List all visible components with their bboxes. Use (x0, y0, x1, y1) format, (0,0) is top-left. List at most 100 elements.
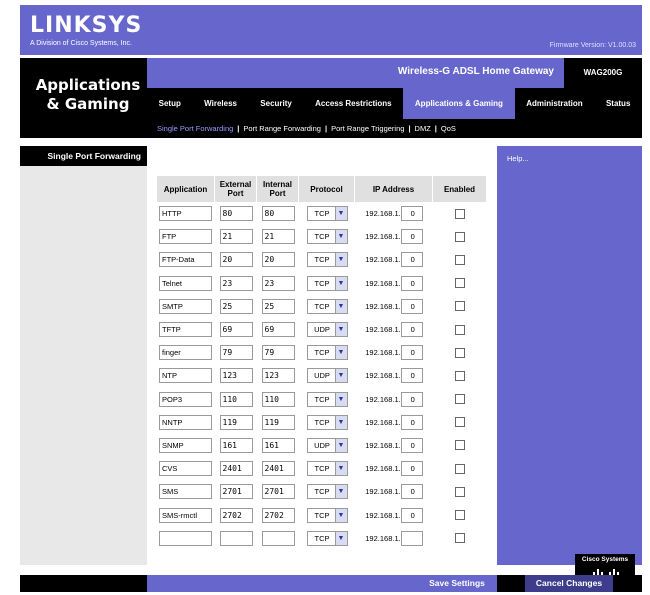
external-port-input[interactable]: 21 (219, 229, 253, 245)
internal-port-input[interactable]: 79 (261, 345, 295, 361)
application-name-input[interactable]: CVS (159, 461, 212, 477)
external-port-input[interactable]: 80 (219, 206, 253, 222)
enabled-checkbox[interactable] (455, 463, 465, 474)
application-name-input[interactable] (159, 530, 212, 546)
chevron-down-icon[interactable]: ▼ (334, 276, 347, 290)
enabled-checkbox[interactable] (455, 208, 465, 219)
enabled-checkbox[interactable] (455, 347, 465, 358)
internal-port-input[interactable]: 119 (261, 414, 295, 430)
ip-last-octet-input[interactable]: 0 (400, 298, 423, 314)
chevron-down-icon[interactable]: ▼ (334, 485, 347, 499)
protocol-select[interactable]: TCP ▼ (306, 298, 348, 314)
protocol-select[interactable]: UDP ▼ (306, 368, 348, 384)
help-link[interactable]: Help... (507, 154, 529, 163)
external-port-input[interactable]: 25 (219, 298, 253, 314)
application-name-input[interactable]: FTP-Data (159, 252, 212, 268)
protocol-select[interactable]: TCP ▼ (306, 391, 348, 407)
application-name-input[interactable]: NNTP (159, 414, 212, 430)
ip-last-octet-input[interactable]: 0 (400, 206, 423, 222)
chevron-down-icon[interactable]: ▼ (334, 438, 347, 452)
internal-port-input[interactable]: 20 (261, 252, 295, 268)
external-port-input[interactable]: 110 (219, 391, 253, 407)
protocol-select[interactable]: TCP ▼ (306, 507, 348, 523)
external-port-input[interactable]: 79 (219, 345, 253, 361)
external-port-input[interactable]: 20 (219, 252, 253, 268)
application-name-input[interactable]: SNMP (159, 437, 212, 453)
ip-last-octet-input[interactable]: 0 (400, 229, 423, 245)
enabled-checkbox[interactable] (455, 324, 465, 335)
cancel-changes-button[interactable]: Cancel Changes (525, 575, 613, 592)
protocol-select[interactable]: UDP ▼ (306, 322, 348, 338)
application-name-input[interactable]: FTP (159, 229, 212, 245)
protocol-select[interactable]: TCP ▼ (306, 414, 348, 430)
ip-last-octet-input[interactable]: 0 (400, 252, 423, 268)
tab-access-restrictions[interactable]: Access Restrictions (304, 88, 404, 119)
internal-port-input[interactable]: 25 (261, 298, 295, 314)
enabled-checkbox[interactable] (455, 231, 465, 242)
tab-setup[interactable]: Setup (147, 88, 193, 119)
ip-last-octet-input[interactable]: 0 (400, 368, 423, 384)
application-name-input[interactable]: SMTP (159, 298, 212, 314)
chevron-down-icon[interactable]: ▼ (334, 323, 347, 337)
internal-port-input[interactable]: 2401 (261, 461, 295, 477)
enabled-checkbox[interactable] (455, 417, 465, 428)
external-port-input[interactable]: 23 (219, 275, 253, 291)
external-port-input[interactable]: 69 (219, 322, 253, 338)
internal-port-input[interactable]: 2701 (261, 484, 295, 500)
application-name-input[interactable]: TFTP (159, 322, 212, 338)
application-name-input[interactable]: HTTP (159, 206, 212, 222)
enabled-checkbox[interactable] (455, 278, 465, 289)
enabled-checkbox[interactable] (455, 301, 465, 312)
ip-last-octet-input[interactable]: 0 (400, 437, 423, 453)
ip-last-octet-input[interactable]: 0 (400, 345, 423, 361)
ip-last-octet-input[interactable]: 0 (400, 507, 423, 523)
enabled-checkbox[interactable] (455, 254, 465, 265)
chevron-down-icon[interactable]: ▼ (334, 346, 347, 360)
external-port-input[interactable]: 123 (219, 368, 253, 384)
chevron-down-icon[interactable]: ▼ (334, 299, 347, 313)
tab-wireless[interactable]: Wireless (193, 88, 249, 119)
chevron-down-icon[interactable]: ▼ (334, 253, 347, 267)
internal-port-input[interactable]: 110 (261, 391, 295, 407)
internal-port-input[interactable]: 69 (261, 322, 295, 338)
enabled-checkbox[interactable] (455, 486, 465, 497)
chevron-down-icon[interactable]: ▼ (334, 415, 347, 429)
application-name-input[interactable]: NTP (159, 368, 212, 384)
external-port-input[interactable]: 161 (219, 437, 253, 453)
protocol-select[interactable]: UDP ▼ (306, 437, 348, 453)
ip-last-octet-input[interactable] (400, 530, 423, 546)
ip-last-octet-input[interactable]: 0 (400, 461, 423, 477)
internal-port-input[interactable]: 2702 (261, 507, 295, 523)
subtab-port-range-forwarding[interactable]: Port Range Forwarding (243, 124, 321, 133)
application-name-input[interactable]: SMS (159, 484, 212, 500)
chevron-down-icon[interactable]: ▼ (334, 392, 347, 406)
internal-port-input[interactable]: 80 (261, 206, 295, 222)
save-settings-button[interactable]: Save Settings (417, 575, 497, 592)
protocol-select[interactable]: TCP ▼ (306, 229, 348, 245)
enabled-checkbox[interactable] (455, 533, 465, 544)
enabled-checkbox[interactable] (455, 370, 465, 381)
internal-port-input[interactable]: 23 (261, 275, 295, 291)
internal-port-input[interactable]: 21 (261, 229, 295, 245)
protocol-select[interactable]: TCP ▼ (306, 275, 348, 291)
external-port-input[interactable] (219, 530, 253, 546)
external-port-input[interactable]: 119 (219, 414, 253, 430)
enabled-checkbox[interactable] (455, 510, 465, 521)
protocol-select[interactable]: TCP ▼ (306, 530, 348, 546)
chevron-down-icon[interactable]: ▼ (334, 207, 347, 221)
tab-security[interactable]: Security (249, 88, 304, 119)
application-name-input[interactable]: SMS-rmctl (159, 507, 212, 523)
enabled-checkbox[interactable] (455, 394, 465, 405)
tab-applications-gaming[interactable]: Applications & Gaming (403, 88, 515, 119)
application-name-input[interactable]: POP3 (159, 391, 212, 407)
chevron-down-icon[interactable]: ▼ (334, 230, 347, 244)
ip-last-octet-input[interactable]: 0 (400, 275, 423, 291)
chevron-down-icon[interactable]: ▼ (334, 462, 347, 476)
external-port-input[interactable]: 2401 (219, 461, 253, 477)
protocol-select[interactable]: TCP ▼ (306, 345, 348, 361)
ip-last-octet-input[interactable]: 0 (400, 322, 423, 338)
ip-last-octet-input[interactable]: 0 (400, 391, 423, 407)
chevron-down-icon[interactable]: ▼ (334, 508, 347, 522)
external-port-input[interactable]: 2702 (219, 507, 253, 523)
chevron-down-icon[interactable]: ▼ (334, 531, 347, 545)
